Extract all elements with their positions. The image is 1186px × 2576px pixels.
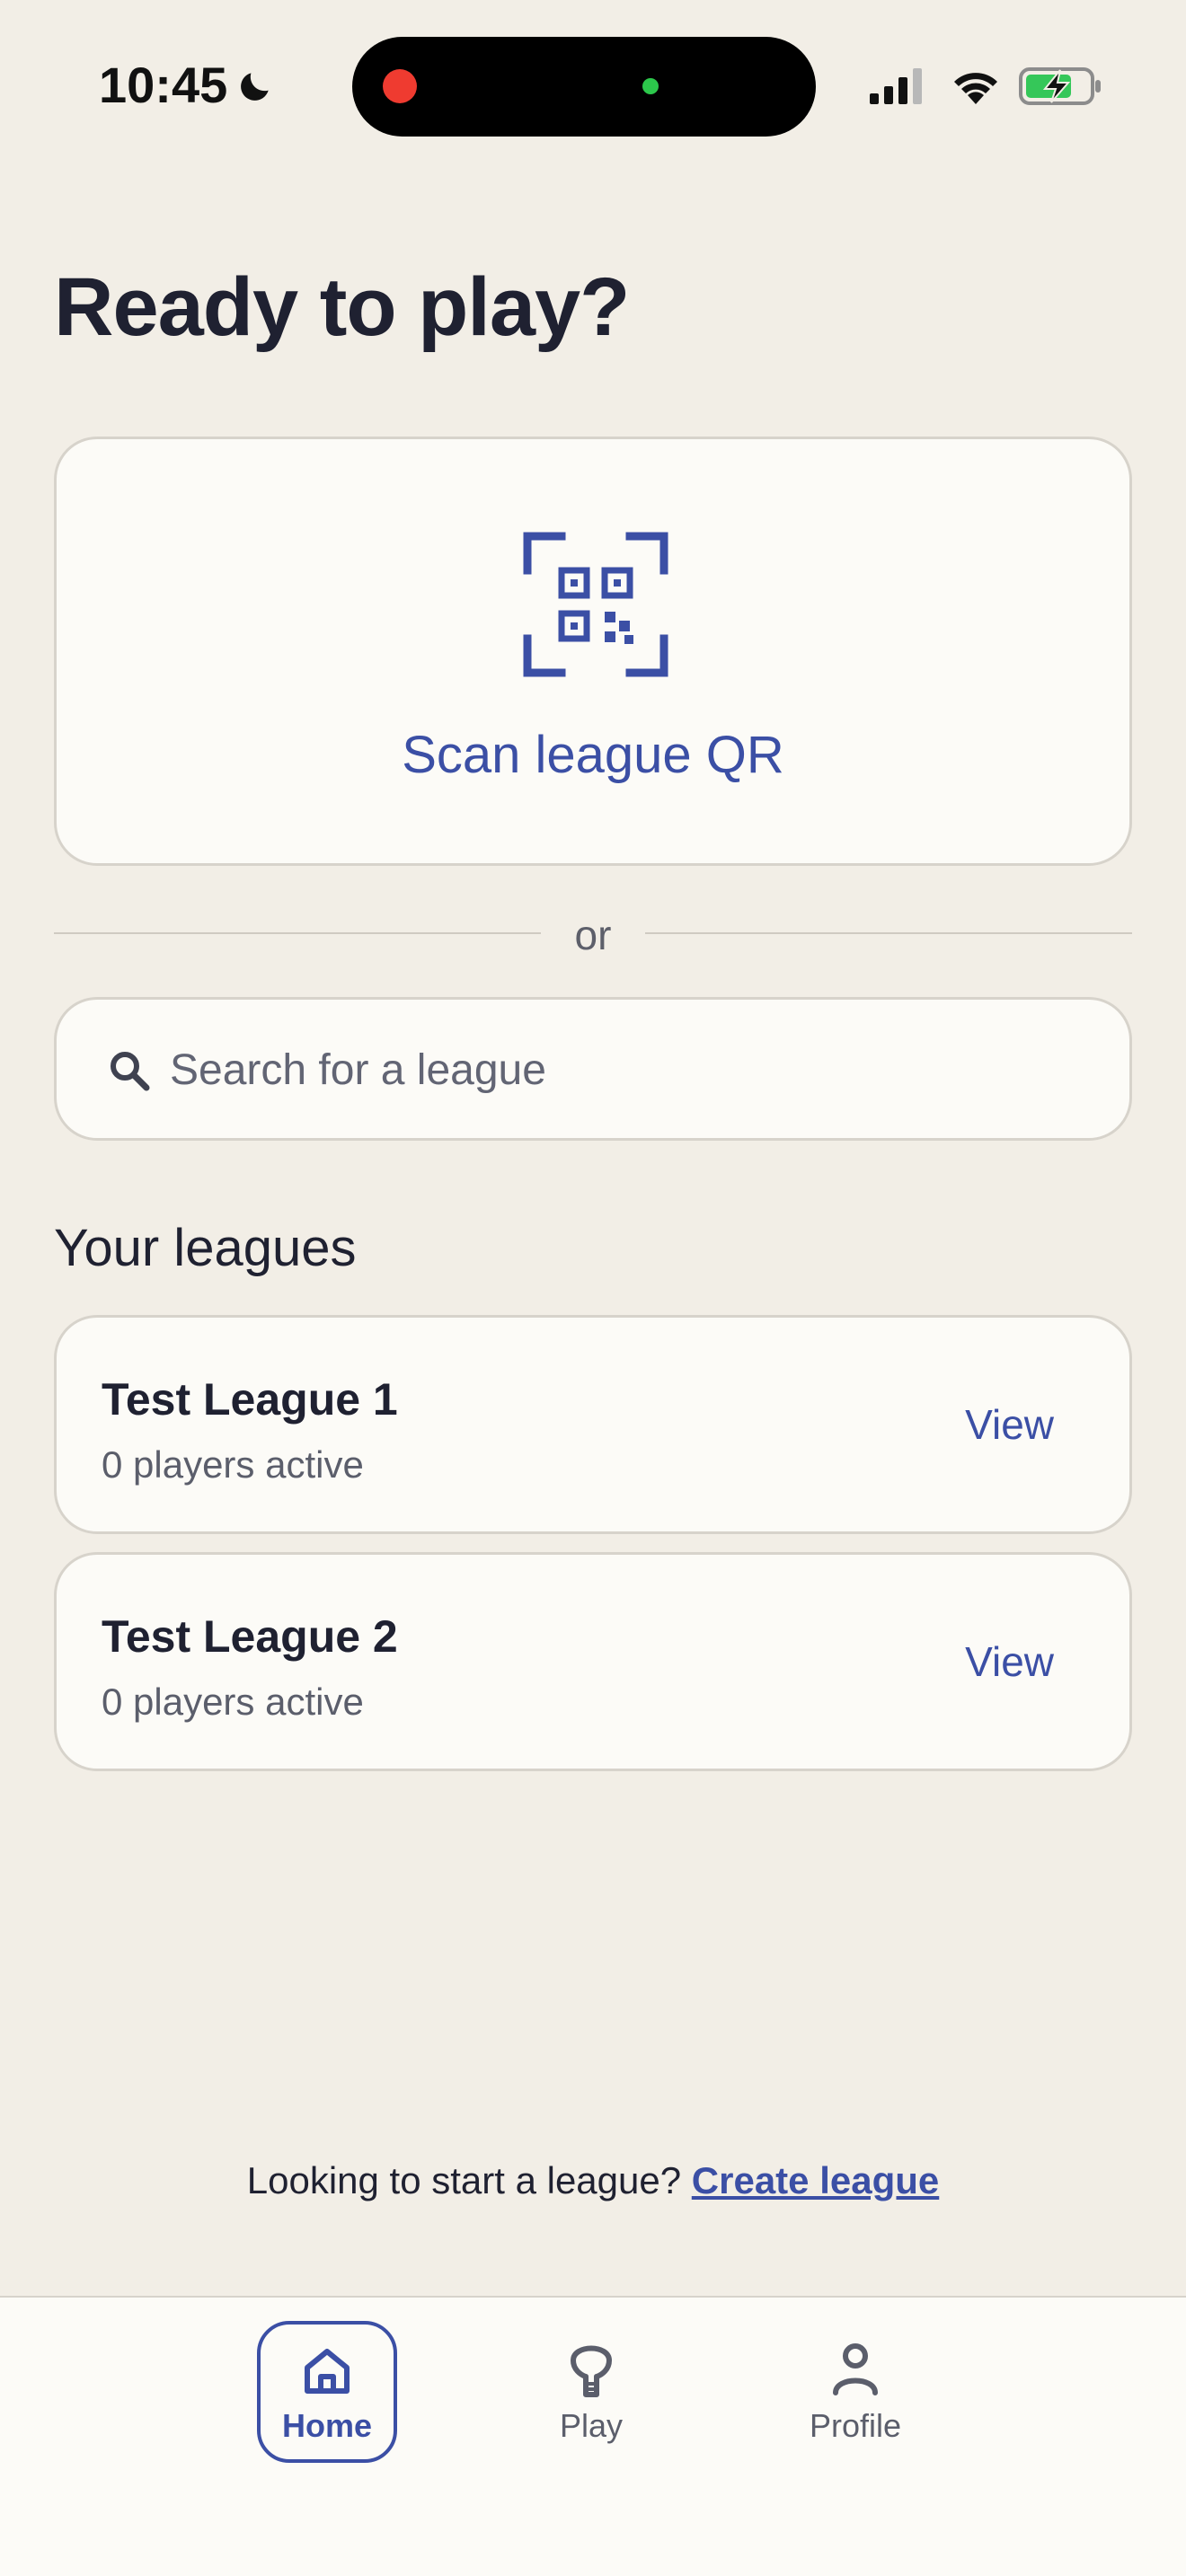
league-players-active: 0 players active (102, 1443, 364, 1486)
create-league-prompt: Looking to start a league? Create league (0, 2159, 1186, 2202)
tab-profile[interactable]: Profile (785, 2321, 925, 2463)
tab-play[interactable]: Play (521, 2321, 661, 2463)
your-leagues-heading: Your leagues (54, 1219, 357, 1277)
paddle-icon (571, 2345, 612, 2397)
wifi-icon (950, 65, 1002, 110)
search-box[interactable] (54, 997, 1132, 1141)
league-card[interactable]: Test League 1 0 players active View (54, 1315, 1132, 1534)
dynamic-island (352, 37, 816, 137)
moon-icon (235, 66, 275, 110)
status-bar: 10:45 (0, 0, 1186, 171)
league-name: Test League 1 (102, 1374, 398, 1425)
scan-league-qr-button[interactable]: Scan league QR (54, 437, 1132, 866)
signal-icon (868, 66, 927, 110)
battery-charging-icon (1018, 65, 1104, 112)
qr-scan-icon (522, 531, 669, 683)
home-icon (305, 2349, 350, 2394)
bottom-tab-bar: Home Play Profile (0, 2296, 1186, 2576)
tab-label: Home (281, 2407, 373, 2444)
create-league-link[interactable]: Create league (692, 2159, 939, 2201)
status-time: 10:45 (99, 57, 228, 113)
view-league-button[interactable]: View (965, 1400, 1054, 1449)
person-icon (833, 2343, 878, 2395)
create-league-prompt-text: Looking to start a league? (246, 2159, 682, 2201)
league-players-active: 0 players active (102, 1681, 364, 1723)
search-icon (109, 1050, 150, 1096)
league-card[interactable]: Test League 2 0 players active View (54, 1552, 1132, 1771)
divider-text: or (574, 912, 612, 958)
camera-indicator (642, 78, 659, 94)
tab-label: Play (559, 2407, 624, 2444)
tab-label: Profile (809, 2407, 902, 2444)
league-name: Test League 2 (102, 1611, 398, 1662)
tab-home[interactable]: Home (257, 2321, 397, 2463)
divider-line (645, 932, 1132, 934)
scan-label: Scan league QR (402, 726, 784, 784)
recording-indicator (383, 69, 417, 103)
or-divider: or (54, 907, 1132, 961)
page-title: Ready to play? (54, 261, 630, 353)
search-input[interactable] (170, 1036, 1068, 1104)
view-league-button[interactable]: View (965, 1637, 1054, 1686)
